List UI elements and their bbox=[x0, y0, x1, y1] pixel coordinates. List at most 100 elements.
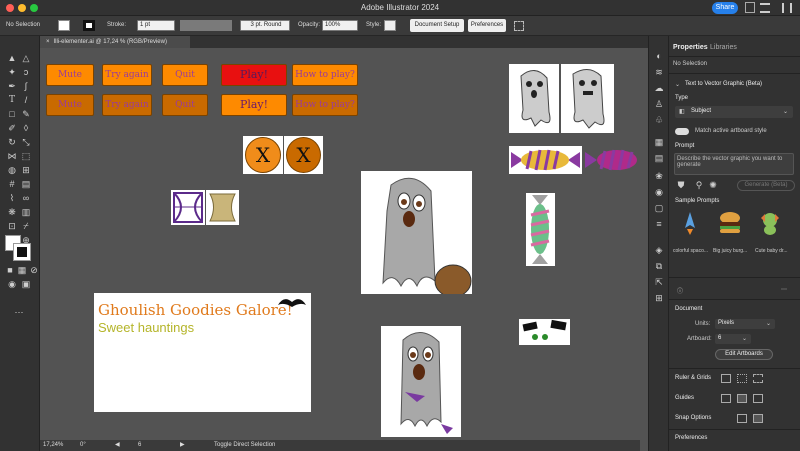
lasso-tool-icon[interactable]: ↄ bbox=[20, 66, 32, 78]
sample-spaceship[interactable] bbox=[677, 210, 703, 244]
width-tool-icon[interactable]: ⋈ bbox=[6, 150, 18, 162]
libraries-panel-icon[interactable]: ☁ bbox=[653, 82, 665, 94]
direct-selection-tool-icon[interactable]: △ bbox=[20, 52, 32, 64]
x-button-artboard-2[interactable]: X bbox=[284, 136, 323, 174]
mesh-tool-icon[interactable]: # bbox=[6, 178, 18, 190]
slice-tool-icon[interactable]: ⌿ bbox=[20, 220, 32, 232]
artboard-number[interactable]: 6 bbox=[138, 440, 141, 451]
stroke-swatch-icon[interactable] bbox=[83, 20, 95, 31]
ghost-artboard-2[interactable] bbox=[561, 64, 614, 133]
generate-button[interactable]: Generate (Beta) bbox=[737, 180, 795, 191]
swatches-panel-icon[interactable]: ▤ bbox=[653, 152, 665, 164]
rotate-tool-icon[interactable]: ↻ bbox=[6, 136, 18, 148]
perspective-grid-tool-icon[interactable]: ⊞ bbox=[20, 164, 32, 176]
artwork-quit-button[interactable]: Quit bbox=[162, 64, 208, 86]
gradient-tool-icon[interactable]: ▤ bbox=[20, 178, 32, 190]
magic-wand-tool-icon[interactable]: ✦ bbox=[6, 66, 18, 78]
canvas[interactable]: Mute Try again Quit Play! How to play? M… bbox=[40, 48, 640, 440]
symbols-panel-icon[interactable]: ◉ bbox=[653, 186, 665, 198]
layers-panel-icon[interactable]: ≋ bbox=[653, 66, 665, 78]
eyes-artboard[interactable] bbox=[519, 319, 570, 345]
artwork-play-button[interactable]: Play! bbox=[221, 64, 287, 86]
banner-artboard[interactable]: Ghoulish Goodies Galore! Sweet hauntings bbox=[94, 293, 311, 412]
tab-close-icon[interactable]: × bbox=[46, 39, 50, 45]
selection-tool-icon[interactable]: ▲ bbox=[6, 52, 18, 64]
ghost-with-candy-artboard[interactable] bbox=[381, 326, 461, 437]
curvature-tool-icon[interactable]: ∫ bbox=[20, 80, 32, 92]
prompt-style-icon[interactable]: ⛊ bbox=[675, 179, 687, 191]
smart-guides-icon[interactable] bbox=[753, 394, 763, 403]
eraser-tool-icon[interactable]: ◊ bbox=[20, 122, 32, 134]
fill-swatch-icon[interactable] bbox=[58, 20, 70, 31]
asset-export-icon[interactable]: ⇱ bbox=[653, 276, 665, 288]
color-mode-icon[interactable]: ■ bbox=[4, 264, 16, 276]
candy-artboard-2[interactable] bbox=[585, 146, 637, 174]
align-icon[interactable] bbox=[514, 21, 524, 31]
preferences-button[interactable]: Preferences bbox=[468, 19, 506, 32]
artboard-navigation-prev-icon[interactable]: ◀ bbox=[115, 440, 120, 451]
graphic-style-swatch[interactable] bbox=[384, 20, 396, 31]
screen-mode-icon[interactable]: ▣ bbox=[20, 278, 32, 290]
x-button-artboard-1[interactable]: X bbox=[243, 136, 283, 174]
opacity-field[interactable]: 100% bbox=[322, 20, 358, 31]
artboard-dropdown[interactable]: 6 ⌄ bbox=[715, 334, 751, 344]
tab-libraries[interactable]: Libraries bbox=[710, 44, 737, 51]
snap-to-point-icon[interactable] bbox=[737, 414, 747, 423]
info-icon[interactable]: ⓘ bbox=[677, 286, 683, 295]
artwork-mute-button-hover[interactable]: Mute bbox=[46, 94, 94, 116]
effects-icon[interactable]: ✺ bbox=[707, 179, 719, 191]
guides-show-icon[interactable] bbox=[721, 394, 731, 403]
more-options-icon[interactable]: ⋯ bbox=[781, 286, 787, 293]
symbol-sprayer-tool-icon[interactable]: ❋ bbox=[6, 206, 18, 218]
edit-artboards-button[interactable]: Edit Artboards bbox=[715, 349, 773, 360]
variable-width-profile[interactable] bbox=[180, 20, 232, 31]
shape-builder-tool-icon[interactable]: ◍ bbox=[6, 164, 18, 176]
brush-definition-field[interactable]: 3 pt. Round bbox=[240, 20, 290, 31]
ghost-artboard-1[interactable] bbox=[509, 64, 559, 133]
document-tab[interactable]: × Illi-elementer.ai @ 17,24 % (RGB/Previe… bbox=[40, 36, 190, 48]
edit-toolbar-icon[interactable]: ⋯ bbox=[13, 306, 25, 318]
draw-normal-icon[interactable]: ◉ bbox=[6, 278, 18, 290]
frame-artboard-1[interactable] bbox=[171, 190, 205, 225]
gradient-mode-icon[interactable]: ▦ bbox=[16, 264, 28, 276]
layers-stack-icon[interactable]: ◈ bbox=[653, 244, 665, 256]
tab-properties[interactable]: Properties bbox=[673, 44, 708, 51]
prompt-input[interactable]: Describe the vector graphic you want to … bbox=[674, 153, 794, 175]
eyedropper-tool-icon[interactable]: ⌇ bbox=[6, 192, 18, 204]
pen-tool-icon[interactable]: ✒ bbox=[6, 80, 18, 92]
brushes-panel-icon[interactable]: ❀ bbox=[653, 170, 665, 182]
zoom-level[interactable]: 17,24% bbox=[43, 440, 63, 451]
snap-to-pixel-icon[interactable] bbox=[753, 414, 763, 423]
shaper-tool-icon[interactable]: ✐ bbox=[6, 122, 18, 134]
artboard-tool-icon[interactable]: ⊡ bbox=[6, 220, 18, 232]
document-setup-button[interactable]: Document Setup bbox=[410, 19, 464, 32]
artwork-how-to-play-button-hover[interactable]: How to play? bbox=[292, 94, 358, 116]
guides-lock-icon[interactable] bbox=[737, 394, 747, 403]
ghost-with-pumpkin-artboard[interactable] bbox=[361, 171, 472, 298]
sample-dragon[interactable] bbox=[757, 210, 783, 244]
artwork-quit-button-hover[interactable]: Quit bbox=[162, 94, 208, 116]
units-dropdown[interactable]: Pixels ⌄ bbox=[715, 319, 775, 329]
sample-burger[interactable] bbox=[717, 210, 743, 244]
line-tool-icon[interactable]: / bbox=[20, 94, 32, 106]
style-picker-icon[interactable]: ⚲ bbox=[693, 179, 705, 191]
graphic-styles-panel-icon[interactable]: ▢ bbox=[653, 202, 665, 214]
candy-artboard-1[interactable] bbox=[509, 146, 582, 174]
transform-panel-icon[interactable]: ⊞ bbox=[653, 292, 665, 304]
blend-tool-icon[interactable]: ∞ bbox=[20, 192, 32, 204]
match-style-toggle[interactable] bbox=[675, 128, 689, 135]
arrange-documents-icon[interactable] bbox=[782, 3, 792, 13]
artwork-play-button-hover[interactable]: Play! bbox=[221, 94, 287, 116]
artboards-panel-icon[interactable]: ⧉ bbox=[653, 260, 665, 272]
text-to-vector-heading[interactable]: Text to Vector Graphic (Beta) bbox=[685, 81, 762, 87]
ruler-icon[interactable] bbox=[721, 374, 731, 383]
artwork-try-again-button-hover[interactable]: Try again bbox=[102, 94, 152, 116]
type-dropdown[interactable]: ◧ Subject ⌄ bbox=[675, 106, 793, 118]
workspace-icon[interactable] bbox=[760, 3, 770, 13]
type-tool-icon[interactable]: T bbox=[6, 94, 18, 106]
stroke-weight-field[interactable]: 1 pt bbox=[137, 20, 175, 31]
grid-icon[interactable] bbox=[737, 374, 747, 383]
stroke-color-icon[interactable] bbox=[13, 243, 31, 261]
free-transform-tool-icon[interactable]: ⬚ bbox=[20, 150, 32, 162]
none-mode-icon[interactable]: ⊘ bbox=[28, 264, 40, 276]
